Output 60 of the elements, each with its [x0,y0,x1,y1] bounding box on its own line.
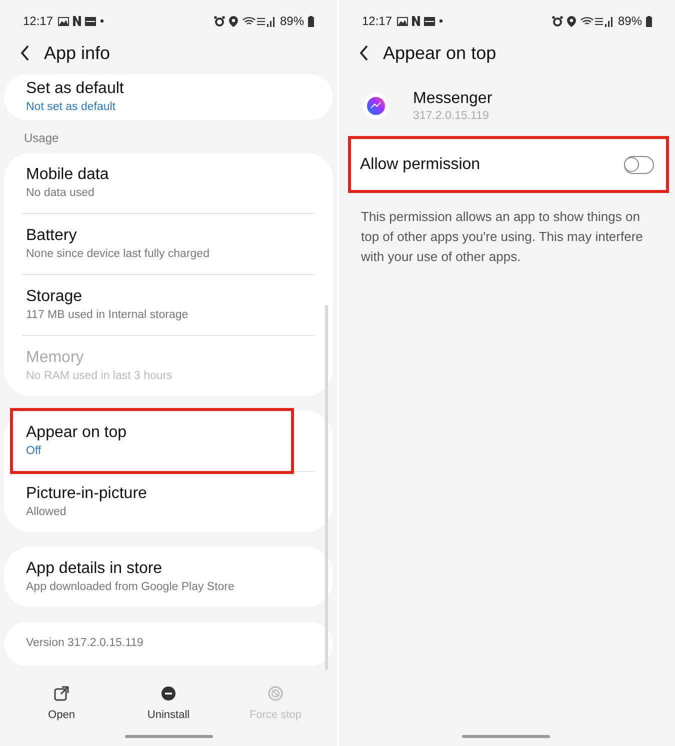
action-button[interactable]: Open [8,686,115,724]
notification-icon [85,16,96,26]
row-subtitle: None since device last fully charged [26,247,210,262]
back-icon [20,45,30,61]
row-title: Appear on top [26,423,128,443]
version-text: Version 317.2.0.15.119 [26,636,144,652]
battery-level: 89% [618,13,642,30]
settings-row[interactable]: App details in store App downloaded from Google Play Store [4,547,333,607]
battery-icon [646,16,652,26]
settings-row[interactable]: Appear on top Off [10,408,294,474]
back-icon [359,45,369,61]
notification-icon [424,16,436,26]
open-icon [54,686,69,701]
dot-icon [100,19,104,23]
alarm-icon [552,16,563,26]
row-title: Mobile data [26,165,110,185]
row-title: Set as default [26,79,125,99]
stop-icon [268,686,283,701]
row-title: Memory [26,348,85,368]
status-time: 12:17 [23,13,54,30]
n-icon [412,16,420,26]
row-title: App details in store [26,559,164,579]
row-subtitle: No RAM used in last 3 hours [26,369,174,384]
row-title: Storage [26,287,84,307]
alarm-icon [214,16,225,26]
permission-label: Allow permission [360,155,482,175]
section-label: Usage [23,130,60,147]
location-icon [566,16,576,26]
row-title: Picture-in-picture [26,484,148,504]
row-subtitle: App downloaded from Google Play Store [26,580,236,595]
chat-app-icon [363,93,389,119]
settings-row[interactable]: Mobile data No data used [4,153,333,213]
settings-row[interactable]: Battery None since device last fully charged [4,214,333,274]
signal-icon [242,16,276,26]
app-name: Messenger [413,88,492,108]
row-subtitle: Allowed [26,505,68,520]
n-icon [73,16,82,26]
row-title: Battery [26,226,78,246]
dot-icon [439,19,444,23]
action-button[interactable]: Uninstall [115,686,222,724]
settings-row[interactable]: Picture-in-picture Allowed [4,472,333,532]
permission-description: This permission allows an app to show things on top of other apps you're using. This may interfere with your use of other apps. [360,208,644,266]
toggle-switch[interactable] [624,156,654,174]
image-icon [58,16,70,26]
location-icon [228,16,238,26]
row-subtitle: 117 MB used in Internal storage [26,308,190,323]
minus-circle-icon [161,686,176,701]
row-subtitle: Off [26,444,42,459]
battery-level: 89% [280,13,304,30]
row-subtitle: No data used [26,186,96,201]
battery-icon [308,16,314,26]
settings-row[interactable]: Storage 117 MB used in Internal storage [4,275,333,335]
status-time: 12:17 [362,13,392,30]
app-version: 317.2.0.15.119 [413,108,490,124]
screen-title: Appear on top [383,42,496,65]
settings-row[interactable]: Set as default Not set as default [4,74,333,120]
screen-title: App info [44,42,110,65]
signal-icon [580,16,614,26]
row-subtitle: Not set as default [26,100,116,115]
image-icon [397,16,408,26]
